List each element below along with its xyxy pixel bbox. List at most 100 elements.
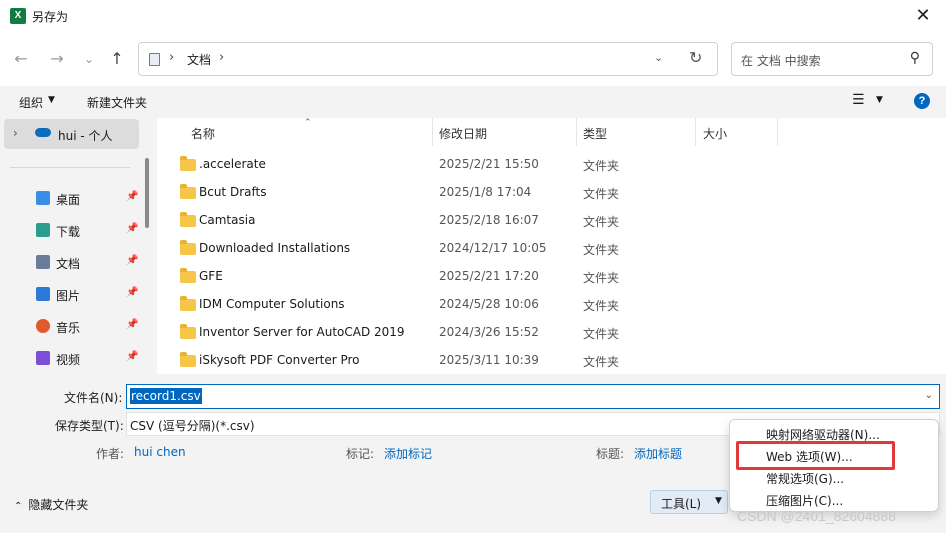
- file-name: Camtasia: [199, 213, 256, 227]
- excel-app-icon: X: [10, 8, 26, 24]
- forward-arrow-icon[interactable]: →: [46, 48, 68, 70]
- organize-button[interactable]: 组织: [19, 94, 43, 111]
- folder-icon: [180, 156, 196, 171]
- menu-item-general-options[interactable]: 常规选项(G)...: [730, 467, 938, 489]
- file-date: 2024/5/28 10:06: [439, 297, 539, 311]
- navigation-bar: ← → ⌄ ↑ › 文档 › ⌄ ↻ 在 文档 中搜索 ⚲: [0, 32, 946, 86]
- chevron-down-icon[interactable]: ⌄: [925, 390, 933, 401]
- breadcrumb-documents[interactable]: 文档: [187, 51, 211, 68]
- watermark: CSDN @2401_82604888: [737, 508, 896, 524]
- folder-icon: [180, 352, 196, 367]
- up-arrow-icon[interactable]: ↑: [106, 48, 128, 70]
- menu-item-label: 常规选项(G)...: [766, 472, 845, 486]
- file-type: 文件夹: [583, 299, 620, 313]
- file-row[interactable]: Inventor Server for AutoCAD 2019 2024/3/…: [157, 318, 777, 346]
- address-bar[interactable]: › 文档 › ⌄ ↻: [138, 42, 718, 76]
- chevron-down-icon[interactable]: ▼: [876, 95, 883, 105]
- sidebar-item-pictures[interactable]: 图片 📌: [0, 281, 145, 309]
- hide-folders-button[interactable]: ⌃ 隐藏文件夹: [14, 496, 88, 513]
- pin-icon[interactable]: 📌: [126, 351, 138, 362]
- column-header-date[interactable]: 修改日期: [432, 118, 576, 146]
- sidebar-item-onedrive[interactable]: › hui - 个人: [4, 119, 139, 149]
- music-icon: [36, 319, 50, 333]
- folder-icon: [180, 268, 196, 283]
- file-row[interactable]: Downloaded Installations 2024/12/17 10:0…: [157, 234, 777, 262]
- file-name: Downloaded Installations: [199, 241, 351, 255]
- onedrive-cloud-icon: [35, 128, 51, 137]
- sidebar-item-label: 图片: [56, 289, 81, 303]
- close-icon[interactable]: ✕: [900, 0, 946, 32]
- sidebar-scrollbar[interactable]: [145, 158, 149, 228]
- filetype-value: CSV (逗号分隔)(*.csv): [130, 419, 255, 433]
- back-arrow-icon[interactable]: ←: [10, 48, 32, 70]
- pin-icon[interactable]: 📌: [126, 255, 138, 266]
- sidebar-item-label: 桌面: [56, 193, 81, 207]
- file-name: IDM Computer Solutions: [199, 297, 345, 311]
- add-title-link[interactable]: 添加标题: [634, 445, 682, 462]
- hide-folders-label: 隐藏文件夹: [28, 498, 89, 512]
- file-date: 2025/2/21 15:50: [439, 157, 539, 171]
- search-placeholder[interactable]: 在 文档 中搜索: [741, 52, 821, 69]
- pin-icon[interactable]: 📌: [126, 223, 138, 234]
- pin-icon[interactable]: 📌: [126, 319, 138, 330]
- file-row[interactable]: .accelerate 2025/2/21 15:50 文件夹: [157, 150, 777, 178]
- search-box[interactable]: 在 文档 中搜索 ⚲: [731, 42, 933, 76]
- sidebar-divider: [10, 167, 130, 168]
- column-divider[interactable]: [777, 118, 778, 146]
- filename-input[interactable]: record1.csv ⌄: [126, 384, 940, 409]
- tools-button[interactable]: 工具(L) ▼: [650, 490, 728, 514]
- breadcrumb-separator[interactable]: ›: [219, 50, 224, 65]
- help-icon[interactable]: ?: [914, 93, 930, 109]
- sidebar-item-label: 音乐: [56, 321, 81, 335]
- sidebar-item-videos[interactable]: 视频 📌: [0, 345, 145, 373]
- column-header-type[interactable]: 类型: [576, 118, 695, 146]
- pin-icon[interactable]: 📌: [126, 191, 138, 202]
- file-row[interactable]: Camtasia 2025/2/18 16:07 文件夹: [157, 206, 777, 234]
- folder-icon: [180, 212, 196, 227]
- filename-label: 文件名(N):: [64, 391, 123, 405]
- menu-item-label: 压缩图片(C)...: [766, 494, 844, 508]
- pin-icon[interactable]: 📌: [126, 287, 138, 298]
- refresh-icon[interactable]: ↻: [689, 48, 702, 67]
- sidebar-item-documents[interactable]: 文档 📌: [0, 249, 145, 277]
- filename-value[interactable]: record1.csv: [130, 388, 202, 404]
- sidebar-item-label: 下载: [56, 225, 81, 239]
- chevron-down-icon[interactable]: ▼: [48, 95, 55, 105]
- view-options-icon[interactable]: ☰: [852, 92, 865, 108]
- sidebar-item-desktop[interactable]: 桌面 📌: [0, 185, 145, 213]
- document-icon: [149, 53, 160, 66]
- filetype-label: 保存类型(T):: [55, 419, 124, 433]
- sidebar-item-downloads[interactable]: 下载 📌: [0, 217, 145, 245]
- address-dropdown-icon[interactable]: ⌄: [654, 51, 663, 64]
- desktop-icon: [36, 191, 50, 205]
- column-header-name[interactable]: 名称: [157, 118, 432, 146]
- tags-label: 标记:: [346, 447, 375, 461]
- recent-locations-icon[interactable]: ⌄: [78, 48, 100, 70]
- chevron-right-icon[interactable]: ›: [13, 126, 18, 140]
- file-row[interactable]: GFE 2025/2/21 17:20 文件夹: [157, 262, 777, 290]
- add-tags-link[interactable]: 添加标记: [384, 445, 432, 462]
- file-row[interactable]: Bcut Drafts 2025/1/8 17:04 文件夹: [157, 178, 777, 206]
- file-row[interactable]: iSkysoft PDF Converter Pro 2025/3/11 10:…: [157, 346, 777, 374]
- title-label: 标题:: [596, 447, 625, 461]
- file-row[interactable]: IDM Computer Solutions 2024/5/28 10:06 文…: [157, 290, 777, 318]
- new-folder-button[interactable]: 新建文件夹: [87, 94, 147, 111]
- author-value[interactable]: hui chen: [134, 445, 186, 459]
- column-header-label: 名称: [191, 127, 216, 141]
- file-type: 文件夹: [583, 271, 620, 285]
- author-label: 作者:: [96, 447, 125, 461]
- window-title: 另存为: [32, 10, 69, 24]
- pictures-icon: [36, 287, 50, 301]
- search-icon[interactable]: ⚲: [910, 50, 920, 66]
- sidebar-item-music[interactable]: 音乐 📌: [0, 313, 145, 341]
- file-type: 文件夹: [583, 187, 620, 201]
- file-name: Inventor Server for AutoCAD 2019: [199, 325, 405, 339]
- sidebar-item-label: hui - 个人: [58, 129, 113, 143]
- tools-button-label: 工具(L): [661, 497, 702, 511]
- sidebar-item-label: 文档: [56, 257, 81, 271]
- column-header-size[interactable]: 大小: [695, 118, 777, 146]
- folder-icon: [180, 296, 196, 311]
- file-date: 2025/1/8 17:04: [439, 185, 532, 199]
- title-bar: X 另存为 ✕: [0, 0, 946, 32]
- folder-icon: [180, 184, 196, 199]
